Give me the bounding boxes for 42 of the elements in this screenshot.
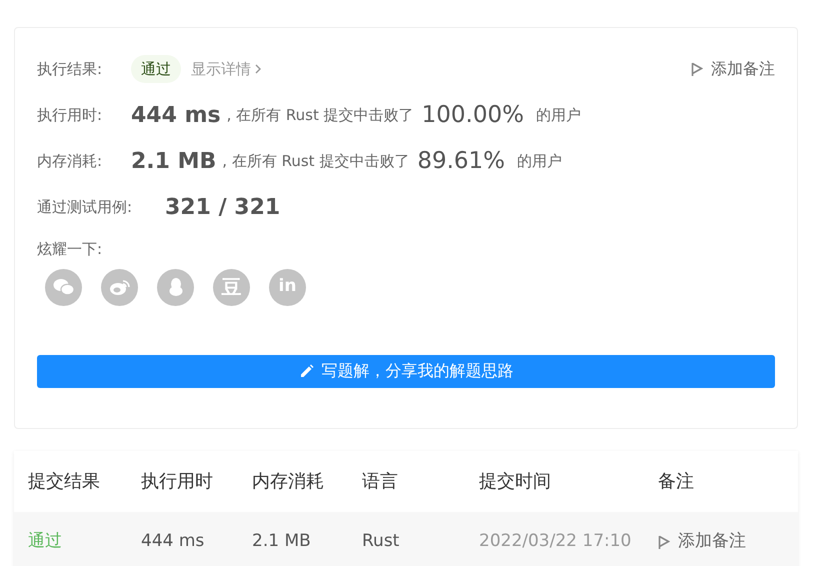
runtime-cell: 444 ms xyxy=(141,531,204,552)
tests-label: 通过测试用例: xyxy=(37,196,134,218)
stat-label: 执行用时: xyxy=(37,104,104,126)
percentile-value: 89.61% xyxy=(417,146,506,176)
stat-value: 444 ms xyxy=(131,102,221,130)
weibo-icon xyxy=(108,278,130,296)
tests-value: 321 / 321 xyxy=(165,194,280,222)
stat-description: , 在所有 Rust 提交中击败了 xyxy=(226,104,414,126)
pencil-icon xyxy=(298,364,314,378)
penguin-icon xyxy=(168,277,184,297)
share-button[interactable] xyxy=(157,268,194,306)
column-header: 执行用时 xyxy=(141,470,214,494)
write-solution-button[interactable]: 写题解，分享我的解题思路 xyxy=(37,354,775,388)
share-button[interactable] xyxy=(45,268,82,306)
memory-cell: 2.1 MB xyxy=(252,531,311,552)
column-header: 语言 xyxy=(362,470,399,494)
column-header: 内存消耗 xyxy=(252,470,325,494)
stat-suffix: 的用户 xyxy=(536,104,581,126)
submit-time-cell: 2022/03/22 17:10 xyxy=(479,531,632,552)
chevron-icon xyxy=(255,64,261,74)
share-button[interactable]: 豆 xyxy=(213,268,250,306)
wechat-icon xyxy=(52,278,74,296)
column-header: 提交时间 xyxy=(479,470,552,494)
stat-suffix: 的用户 xyxy=(517,150,562,172)
share-label: 炫耀一下: xyxy=(37,239,102,260)
column-header: 提交结果 xyxy=(28,470,101,494)
stat-description: , 在所有 Rust 提交中击败了 xyxy=(222,150,410,172)
flag-icon xyxy=(658,534,670,550)
status-link[interactable]: 通过 xyxy=(28,531,62,552)
result-label: 执行结果: xyxy=(37,58,104,80)
add-note-button[interactable]: 添加备注 xyxy=(691,57,775,81)
flag-icon xyxy=(691,62,703,76)
status-tag: 通过 xyxy=(131,54,181,84)
details-link[interactable]: 显示详情 xyxy=(191,58,261,80)
stat-label: 内存消耗: xyxy=(37,150,104,172)
language-cell: Rust xyxy=(362,531,400,552)
share-button[interactable]: in xyxy=(269,268,306,306)
add-note-button[interactable]: 添加备注 xyxy=(658,529,746,555)
share-button[interactable] xyxy=(101,268,138,306)
column-header: 备注 xyxy=(658,470,694,494)
stat-value: 2.1 MB xyxy=(131,148,216,176)
percentile-value: 100.00% xyxy=(422,100,524,130)
